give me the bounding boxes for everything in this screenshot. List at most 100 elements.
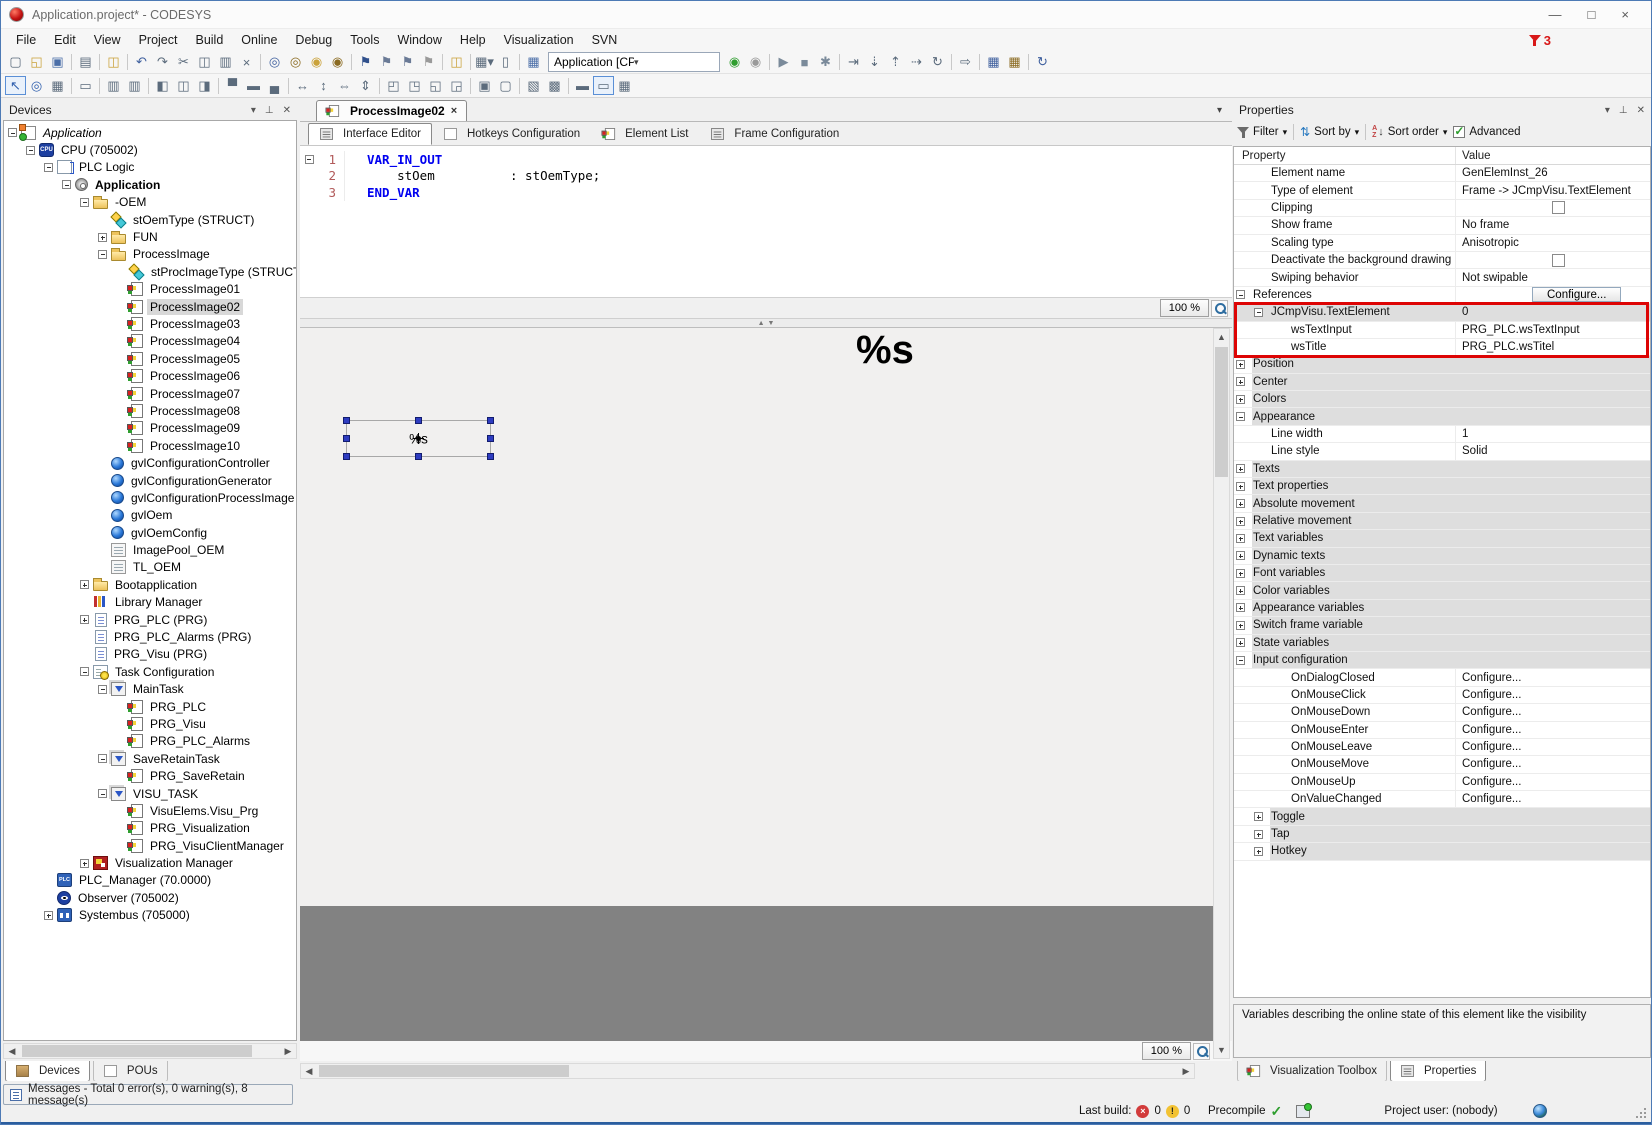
fold-collapse-icon[interactable] [305, 155, 314, 164]
copy-project-icon[interactable]: ◫ [103, 53, 124, 72]
tree-item[interactable]: ImagePool_OEM [4, 541, 296, 558]
expand-icon[interactable] [1236, 621, 1245, 630]
tree-item[interactable]: Visualization Manager [4, 854, 296, 871]
collapse-icon[interactable] [80, 198, 89, 207]
tab-properties[interactable]: Properties [1390, 1061, 1486, 1082]
tree-item[interactable]: ProcessImage01 [4, 281, 296, 298]
redo-icon[interactable]: ↷ [152, 53, 173, 72]
tree-item[interactable]: ProcessImage03 [4, 315, 296, 332]
collapse-icon[interactable] [44, 163, 53, 172]
close-button[interactable]: × [1621, 7, 1629, 22]
collapse-icon[interactable] [1236, 290, 1245, 299]
bring-one-forward-icon[interactable]: ◳ [404, 76, 425, 95]
collapse-icon[interactable] [98, 250, 107, 259]
align-bottom-icon[interactable]: ▄ [264, 76, 285, 95]
tab-devices[interactable]: Devices [5, 1061, 90, 1082]
magnifier-icon[interactable] [1211, 300, 1228, 317]
list-components-icon[interactable]: ▬ [572, 76, 593, 95]
new-project-icon[interactable]: ▢ [5, 53, 26, 72]
select-all-icon[interactable]: ▩ [544, 76, 565, 95]
tree-item[interactable]: Library Manager [4, 594, 296, 611]
find-icon[interactable]: ◎ [264, 53, 285, 72]
subtab-element-list[interactable]: Element List [591, 123, 699, 145]
collapse-icon[interactable] [1236, 656, 1245, 665]
anchor-horizontal-icon[interactable]: ▥ [103, 76, 124, 95]
properties-close-icon[interactable]: ✕ [1637, 105, 1645, 116]
anchor-vertical-icon[interactable]: ▥ [124, 76, 145, 95]
code-line[interactable]: 2 stOem : stOemType; [300, 168, 1232, 185]
open-project-icon[interactable]: ◱ [26, 53, 47, 72]
menu-item-project[interactable]: Project [130, 30, 187, 50]
code-line[interactable]: 3END_VAR [300, 184, 1232, 201]
menu-item-debug[interactable]: Debug [286, 30, 341, 50]
expand-icon[interactable] [1254, 847, 1263, 856]
scroll-right-icon[interactable]: ▶ [1178, 1064, 1194, 1078]
configure-link[interactable]: Configure... [1462, 672, 1521, 684]
devices-pin-icon[interactable]: ⊥ [265, 105, 274, 116]
previous-bookmark-icon[interactable]: ⚑ [376, 53, 397, 72]
canvas-vertical-scrollbar[interactable]: ▲ ▼ [1213, 328, 1230, 1059]
tree-item[interactable]: TL_OEM [4, 559, 296, 576]
multi-paste-icon[interactable]: ◫ [446, 53, 467, 72]
expand-icon[interactable] [44, 911, 53, 920]
splitter-up-icon[interactable]: ▲ [758, 320, 765, 327]
visu-frame-icon[interactable]: ▭ [75, 76, 96, 95]
expand-icon[interactable] [1236, 482, 1245, 491]
tree-item[interactable]: gvlConfigurationController [4, 454, 296, 471]
align-left-icon[interactable]: ◧ [152, 76, 173, 95]
tree-item[interactable]: ProcessImage08 [4, 402, 296, 419]
force-values-icon[interactable]: ▦ [983, 53, 1004, 72]
subtab-hotkeys-configuration[interactable]: Hotkeys Configuration [432, 123, 591, 145]
tree-item[interactable]: PLC Logic [4, 159, 296, 176]
expand-icon[interactable] [1236, 534, 1245, 543]
distribute-horizontally-icon[interactable]: ↔ [292, 76, 313, 95]
tree-item[interactable]: ProcessImage10 [4, 437, 296, 454]
find-all-icon[interactable]: ◉ [306, 53, 327, 72]
flow-control-icon[interactable]: ⇨ [955, 53, 976, 72]
scroll-down-icon[interactable]: ▼ [1214, 1042, 1229, 1058]
resize-handle[interactable] [343, 453, 350, 460]
collapse-icon[interactable] [8, 128, 17, 137]
tree-item[interactable]: ProcessImage02 [4, 298, 296, 315]
make-same-width-icon[interactable]: ⇔ [334, 76, 355, 95]
tree-item[interactable]: Observer (705002) [4, 889, 296, 906]
configure-button[interactable]: Configure... [1532, 287, 1621, 302]
toggle-bookmark-icon[interactable]: ⚑ [355, 53, 376, 72]
collapse-icon[interactable] [98, 685, 107, 694]
tree-item[interactable]: PRG_VisuClientManager [4, 837, 296, 854]
start-icon[interactable]: ▶ [773, 53, 794, 72]
menu-item-visualization[interactable]: Visualization [495, 30, 583, 50]
tree-item[interactable]: PRG_Visu (PRG) [4, 646, 296, 663]
scroll-left-icon[interactable]: ◀ [301, 1064, 317, 1078]
new-declaration-icon[interactable]: ▯ [495, 53, 516, 72]
resize-handle[interactable] [487, 453, 494, 460]
tree-item[interactable]: PRG_PLC [4, 698, 296, 715]
resize-grip[interactable] [1636, 1108, 1646, 1118]
cut-icon[interactable]: ✂ [173, 53, 194, 72]
messages-status-button[interactable]: Messages - Total 0 error(s), 0 warning(s… [3, 1084, 293, 1105]
expand-icon[interactable] [98, 233, 107, 242]
expand-icon[interactable] [80, 859, 89, 868]
expand-icon[interactable] [1236, 517, 1245, 526]
bring-to-front-icon[interactable]: ◰ [383, 76, 404, 95]
send-to-back-icon[interactable]: ◲ [446, 76, 467, 95]
interface-editor-code[interactable]: 1VAR_IN_OUT2 stOem : stOemType;3END_VAR [300, 146, 1232, 298]
expand-icon[interactable] [1236, 569, 1245, 578]
tree-item[interactable]: Application [4, 176, 296, 193]
tree-item[interactable]: PRG_SaveRetain [4, 767, 296, 784]
tree-item[interactable]: ProcessImage04 [4, 333, 296, 350]
visu-select-pointer-icon[interactable]: ↖ [5, 76, 26, 95]
tree-item[interactable]: stOemType (STRUCT) [4, 211, 296, 228]
configure-link[interactable]: Configure... [1462, 741, 1521, 753]
delete-icon[interactable]: × [236, 53, 257, 72]
tree-item[interactable]: gvlConfigurationGenerator [4, 472, 296, 489]
sort-by-button[interactable]: ⇅ Sort by ▾ [1300, 125, 1359, 139]
menu-item-online[interactable]: Online [232, 30, 286, 50]
project-user-status[interactable]: Project user: (nobody) [1331, 1103, 1551, 1119]
declarations-dropdown-icon[interactable]: ▦▾ [474, 53, 495, 72]
magnifier-icon[interactable] [1193, 1043, 1210, 1060]
tree-item[interactable]: Task Configuration [4, 663, 296, 680]
filter-button[interactable]: Filter ▾ [1237, 126, 1287, 138]
step-into-icon[interactable]: ⇣ [864, 53, 885, 72]
properties-pin-icon[interactable]: ⊥ [1619, 105, 1628, 116]
